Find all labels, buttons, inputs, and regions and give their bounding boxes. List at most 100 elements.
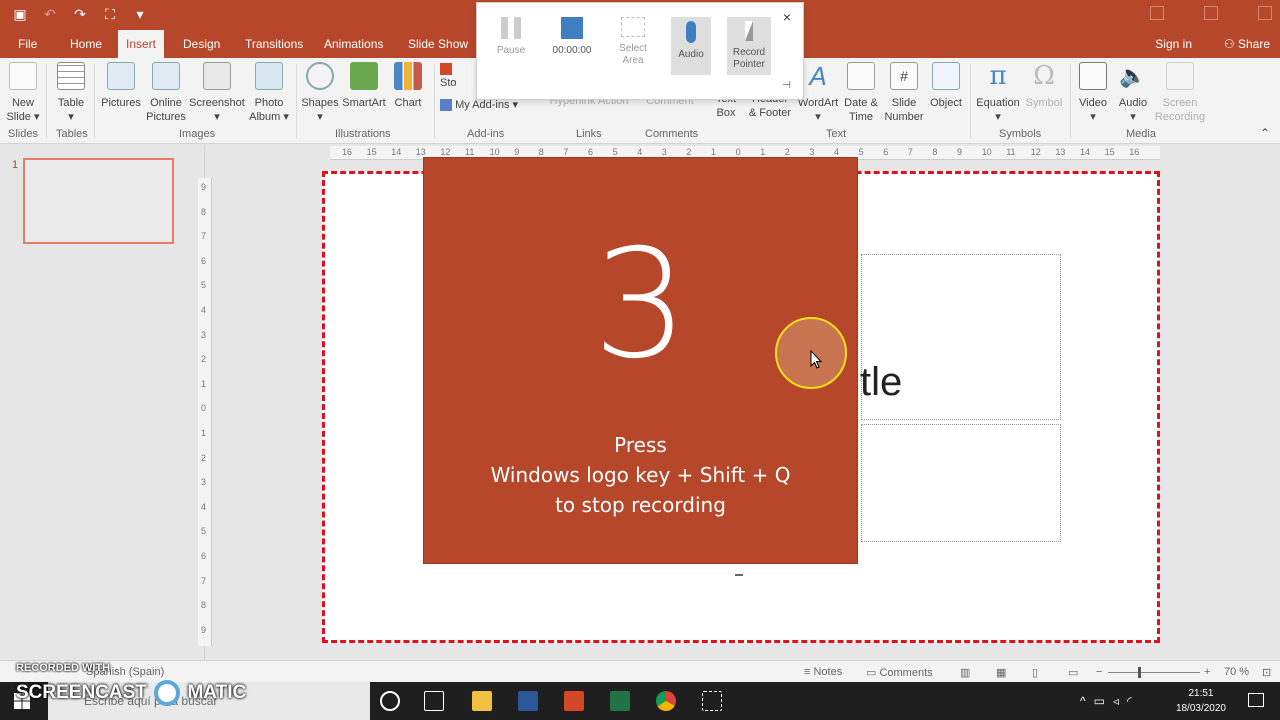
resize-handle[interactable]	[735, 574, 743, 576]
snipping-tool-icon[interactable]	[702, 691, 722, 711]
chart-icon	[394, 62, 422, 90]
speaker-icon: 🔈	[1119, 63, 1147, 88]
ruler-tick-label: 13	[1055, 147, 1066, 157]
table-button[interactable]: Table ▾	[52, 62, 90, 124]
tab-insert[interactable]: Insert	[118, 30, 165, 58]
excel-icon[interactable]	[610, 691, 630, 711]
date-time-button[interactable]: Date & Time	[840, 62, 882, 124]
zoom-level[interactable]: 70 %	[1224, 666, 1249, 678]
screenshot-button[interactable]: Screenshot ▾	[188, 62, 246, 124]
ruler-tick-label: 6	[201, 255, 207, 266]
ruler-tick-label: 14	[1080, 147, 1091, 157]
word-icon[interactable]	[518, 691, 538, 711]
screen-recording-button[interactable]: Screen Recording	[1154, 62, 1206, 124]
my-addins-button[interactable]: My Add-ins ▾	[440, 98, 536, 112]
chrome-icon[interactable]	[656, 691, 676, 711]
tab-home[interactable]: Home	[62, 30, 110, 58]
my-addins-label: My Add-ins	[455, 99, 510, 111]
online-pictures-label: Online Pictures	[146, 97, 186, 123]
pin-icon[interactable]: ⊣	[782, 80, 791, 91]
collapse-ribbon-icon[interactable]: ⌃	[1258, 126, 1272, 140]
watermark-word: SCREENCAST	[16, 682, 147, 704]
comments-button[interactable]: ▭ Comments	[866, 666, 933, 679]
normal-view-icon[interactable]: ▥	[960, 666, 970, 679]
tab-slide-show[interactable]: Slide Show	[400, 30, 476, 58]
tab-animations[interactable]: Animations	[316, 30, 391, 58]
stop-button[interactable]: 00:00:00	[547, 17, 597, 57]
online-pictures-button[interactable]: Online Pictures	[144, 62, 188, 124]
equation-button[interactable]: π Equation ▾	[974, 62, 1022, 124]
fit-slide-icon[interactable]: ⊡	[1262, 666, 1271, 679]
close-icon[interactable]: ×	[783, 9, 791, 25]
cortana-icon[interactable]	[380, 691, 400, 711]
group-label-symbols: Symbols	[999, 128, 1042, 140]
smartart-button[interactable]: SmartArt	[340, 62, 388, 110]
photo-album-label: Photo Album ▾	[249, 97, 289, 123]
zoom-slider[interactable]	[1108, 667, 1200, 678]
pointer-icon	[745, 21, 753, 41]
chart-label: Chart	[394, 97, 422, 109]
maximize-icon[interactable]	[1258, 6, 1272, 20]
object-button[interactable]: Object	[926, 62, 966, 110]
customize-qat-icon[interactable]: ▾	[132, 6, 148, 22]
taskbar-clock[interactable]: 21:51 18/03/2020	[1176, 686, 1226, 716]
chart-button[interactable]: Chart	[390, 62, 426, 110]
ruler-tick-label: 8	[932, 147, 938, 157]
ruler-tick-label: 8	[201, 206, 207, 217]
minimize-icon[interactable]	[1204, 6, 1218, 20]
group-label-media: Media	[1126, 128, 1156, 140]
pause-button[interactable]: Pause	[487, 17, 535, 57]
photo-album-button[interactable]: Photo Album ▾	[248, 62, 290, 124]
slide-number-button[interactable]: # Slide Number	[882, 62, 926, 124]
sign-in-link[interactable]: Sign in	[1155, 30, 1192, 58]
ruler-tick-label: 2	[201, 354, 207, 365]
ruler-tick-label: 3	[661, 147, 667, 157]
ruler-tick-label: 8	[538, 147, 544, 157]
ruler-tick-label: 10	[981, 147, 992, 157]
tab-design[interactable]: Design	[175, 30, 228, 58]
redo-icon[interactable]: ↷	[72, 6, 88, 22]
slide-sorter-icon[interactable]: ▦	[996, 666, 1006, 679]
select-area-button[interactable]: Select Area	[609, 17, 657, 67]
pictures-button[interactable]: Pictures	[98, 62, 144, 110]
audio-toggle-button[interactable]: Audio	[671, 17, 711, 75]
slideshow-view-icon[interactable]: ▭	[1068, 666, 1078, 679]
tab-file[interactable]: File	[10, 30, 45, 58]
ribbon-display-options-icon[interactable]	[1150, 6, 1164, 20]
zoom-in-icon[interactable]: +	[1204, 666, 1210, 678]
subtitle-placeholder[interactable]	[861, 424, 1061, 542]
save-icon[interactable]: ▣	[12, 6, 28, 22]
ruler-tick-label: 11	[1006, 147, 1016, 157]
group-label-addins: Add-ins	[467, 128, 505, 140]
undo-icon[interactable]: ↶	[42, 6, 58, 22]
file-explorer-icon[interactable]	[472, 691, 492, 711]
audio-button[interactable]: 🔈 Audio ▾	[1114, 62, 1152, 124]
store-label: Sto	[440, 77, 457, 89]
tab-transitions[interactable]: Transitions	[237, 30, 311, 58]
shapes-button[interactable]: Shapes ▾	[300, 62, 340, 124]
record-pointer-button[interactable]: Record Pointer	[727, 17, 771, 75]
start-from-beginning-icon[interactable]: ⛶	[102, 6, 118, 22]
zoom-slider-thumb[interactable]	[1138, 667, 1141, 678]
ruler-tick-label: 3	[809, 147, 815, 157]
wordart-label: WordArt ▾	[797, 97, 839, 123]
reading-view-icon[interactable]: ▯	[1032, 666, 1038, 679]
ruler-tick-label: 2	[201, 452, 207, 463]
share-button[interactable]: ⚇ Share	[1224, 30, 1270, 58]
group-label-images: Images	[179, 128, 216, 140]
store-button[interactable]: Sto	[440, 62, 470, 90]
ruler-tick-label: 0	[201, 403, 207, 414]
notifications-icon[interactable]	[1248, 693, 1264, 707]
new-slide-button[interactable]: New Slide ▾	[4, 62, 42, 124]
notes-button[interactable]: ≡ Notes	[804, 666, 842, 678]
select-area-label: Select Area	[619, 43, 647, 66]
powerpoint-icon[interactable]	[564, 691, 584, 711]
video-button[interactable]: Video ▾	[1074, 62, 1112, 124]
screencast-o-matic-watermark: SCREENCAST MATIC	[16, 680, 246, 706]
zoom-out-icon[interactable]: −	[1096, 666, 1102, 678]
task-view-icon[interactable]	[424, 691, 444, 711]
vertical-ruler: 9 8 7 6 5 4 3 2 1 0 1 2 3 4 5 6 7 8 9	[198, 178, 212, 646]
symbol-button[interactable]: Ω Symbol	[1022, 62, 1066, 110]
slide-thumbnail[interactable]	[23, 158, 174, 244]
online-pictures-icon	[152, 62, 180, 90]
